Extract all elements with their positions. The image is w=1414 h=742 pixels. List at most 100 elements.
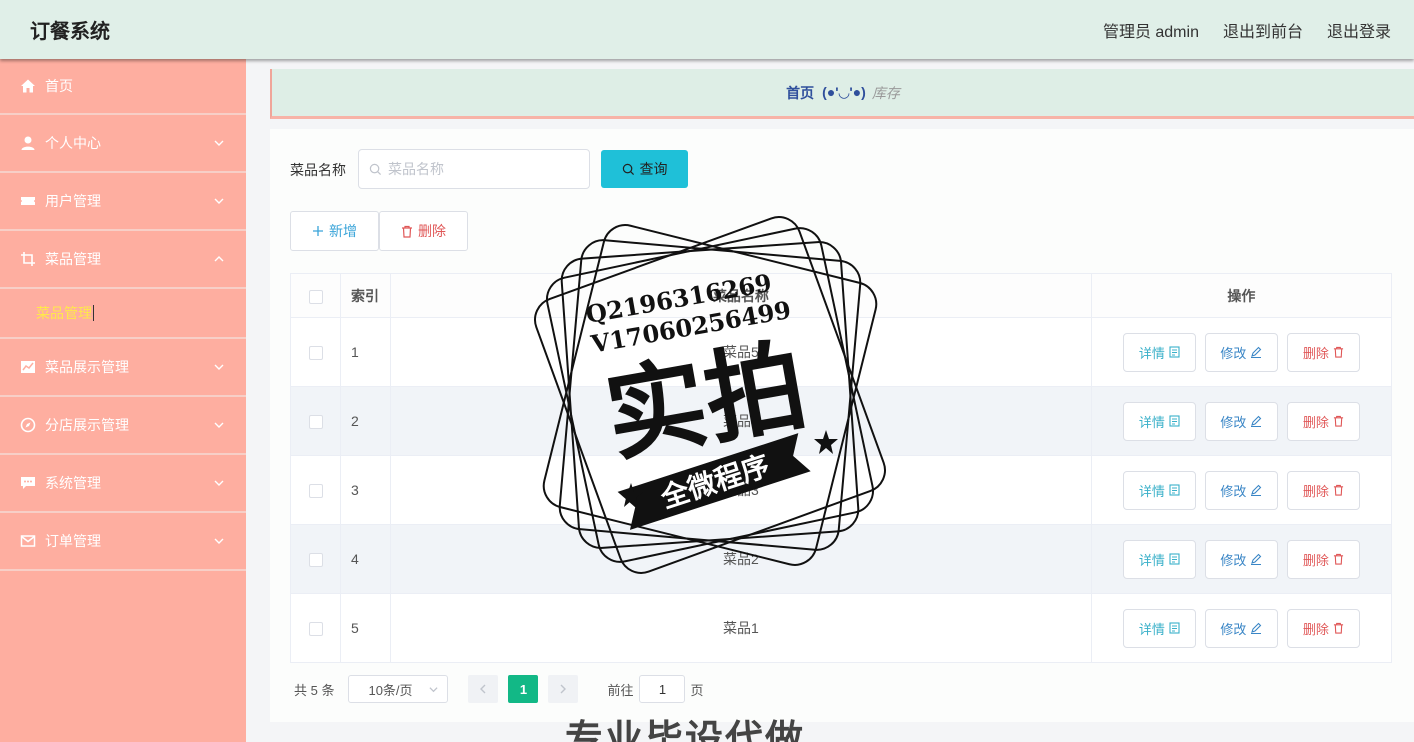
- row-checkbox[interactable]: [308, 553, 323, 568]
- search-icon: [622, 163, 634, 175]
- sidebar-item-label: 首页: [45, 78, 73, 94]
- row-ops: 详情 修改 删除: [1091, 317, 1393, 387]
- pagination: 共 5 条 10条/页 1 前往 1 页: [294, 675, 704, 703]
- sidebar-item-profile[interactable]: 个人中心: [0, 115, 246, 173]
- sidebar-item-label: 菜品管理: [45, 251, 101, 267]
- detail-button[interactable]: 详情: [1122, 608, 1196, 648]
- sidebar-item-label: 系统管理: [45, 475, 101, 491]
- watermark-bottom-text: 专业毕设代做: [565, 717, 806, 742]
- row-ops: 详情 修改 删除: [1091, 386, 1393, 456]
- chart-icon: [20, 359, 36, 375]
- breadcrumb-home[interactable]: 首页: [786, 83, 814, 103]
- page-size-select[interactable]: 10条/页: [348, 675, 449, 703]
- prev-page-button[interactable]: [468, 675, 499, 703]
- goto-page: 前往 1 页: [607, 675, 704, 703]
- row-ops: 详情 修改 删除: [1091, 524, 1393, 594]
- search-box[interactable]: [358, 149, 590, 189]
- detail-button[interactable]: 详情: [1122, 332, 1196, 372]
- chevron-down-icon: [214, 538, 224, 544]
- row-index: 3: [340, 455, 392, 525]
- delete-button[interactable]: 删除: [1286, 608, 1360, 648]
- page-number-active[interactable]: 1: [508, 675, 539, 703]
- chat-icon: [20, 475, 36, 491]
- pencil-icon: [1251, 346, 1262, 358]
- user-icon: [20, 135, 36, 151]
- delete-button-label: 删除: [1302, 552, 1329, 568]
- detail-button[interactable]: 详情: [1122, 539, 1196, 579]
- sidebar-item-home[interactable]: 首页: [0, 59, 246, 115]
- row-dish-name: 菜品5: [390, 317, 1092, 387]
- edit-button[interactable]: 修改: [1204, 401, 1278, 441]
- row-dish-name: 菜品3: [390, 455, 1092, 525]
- detail-button[interactable]: 详情: [1122, 401, 1196, 441]
- pencil-icon: [1251, 553, 1262, 565]
- next-page-button[interactable]: [548, 675, 579, 703]
- ticket-icon: [20, 193, 36, 209]
- sidebar-item-users[interactable]: 用户管理: [0, 173, 246, 231]
- sidebar-subitem-dish-management[interactable]: 菜品管理: [0, 289, 246, 339]
- sidebar-item-orders[interactable]: 订单管理: [0, 513, 246, 571]
- sidebar-item-label: 分店展示管理: [45, 417, 129, 433]
- select-all-checkbox[interactable]: [308, 289, 323, 304]
- sidebar-item-dish-display[interactable]: 菜品展示管理: [0, 339, 246, 397]
- plus-icon: [313, 226, 323, 236]
- table-header-row: 索引 菜品名称 操作: [290, 273, 1393, 318]
- edit-button-label: 修改: [1220, 621, 1247, 637]
- detail-button[interactable]: 详情: [1122, 470, 1196, 510]
- header-ops: 操作: [1091, 273, 1393, 318]
- delete-button[interactable]: 删除: [1286, 539, 1360, 579]
- breadcrumb-separator: (●'◡'●): [822, 84, 866, 100]
- chevron-right-icon: [560, 684, 567, 694]
- edit-button[interactable]: 修改: [1204, 332, 1278, 372]
- delete-button[interactable]: 删除: [1286, 470, 1360, 510]
- batch-delete-button[interactable]: 删除: [379, 211, 468, 251]
- query-button-label: 查询: [639, 161, 668, 177]
- detail-button-label: 详情: [1138, 552, 1165, 568]
- admin-user-label[interactable]: 管理员 admin: [1103, 18, 1199, 42]
- detail-button-label: 详情: [1138, 483, 1165, 499]
- goto-suffix: 页: [690, 682, 704, 698]
- edit-button[interactable]: 修改: [1204, 608, 1278, 648]
- delete-button[interactable]: 删除: [1286, 332, 1360, 372]
- chevron-down-icon: [214, 140, 224, 146]
- header-index: 索引: [340, 273, 392, 318]
- row-select-cell: [290, 386, 342, 456]
- row-ops: 详情 修改 删除: [1091, 455, 1393, 525]
- delete-button-label: 删除: [1302, 621, 1329, 637]
- row-select-cell: [290, 524, 342, 594]
- row-checkbox[interactable]: [308, 415, 323, 430]
- sidebar-item-dishes[interactable]: 菜品管理: [0, 231, 246, 289]
- home-icon: [20, 78, 36, 94]
- add-button-label: 新增: [329, 223, 357, 239]
- edit-button[interactable]: 修改: [1204, 470, 1278, 510]
- row-select-cell: [290, 593, 342, 663]
- delete-button-label: 删除: [1302, 483, 1329, 499]
- row-checkbox[interactable]: [308, 484, 323, 499]
- table-body: 1 菜品5 详情 修改 删除 2 菜品4 详情 修改 删除 3 菜品3 详情 修改 删除 4 菜品2 详情 修改 删除…: [290, 317, 1393, 663]
- dish-name-search-input[interactable]: [388, 161, 568, 177]
- row-checkbox[interactable]: [308, 622, 323, 637]
- trash-icon: [1333, 484, 1343, 496]
- chevron-up-icon: [214, 256, 224, 262]
- edit-button-label: 修改: [1220, 414, 1247, 430]
- delete-button[interactable]: 删除: [1286, 401, 1360, 441]
- sidebar-item-branch-display[interactable]: 分店展示管理: [0, 397, 246, 455]
- goto-page-input[interactable]: 1: [639, 675, 686, 703]
- logout-link[interactable]: 退出登录: [1327, 18, 1391, 42]
- pencil-icon: [1251, 622, 1262, 634]
- trash-icon: [1333, 415, 1343, 427]
- edit-button-label: 修改: [1220, 345, 1247, 361]
- query-button[interactable]: 查询: [601, 150, 688, 188]
- chevron-down-icon: [214, 198, 224, 204]
- document-icon: [1169, 484, 1180, 496]
- row-select-cell: [290, 455, 342, 525]
- text-cursor: [93, 305, 94, 321]
- add-button[interactable]: 新增: [290, 211, 379, 251]
- edit-button[interactable]: 修改: [1204, 539, 1278, 579]
- row-index: 4: [340, 524, 392, 594]
- sidebar-item-system[interactable]: 系统管理: [0, 455, 246, 513]
- edit-button-label: 修改: [1220, 483, 1247, 499]
- row-checkbox[interactable]: [308, 346, 323, 361]
- exit-to-frontend-link[interactable]: 退出到前台: [1223, 18, 1303, 42]
- row-dish-name: 菜品4: [390, 386, 1092, 456]
